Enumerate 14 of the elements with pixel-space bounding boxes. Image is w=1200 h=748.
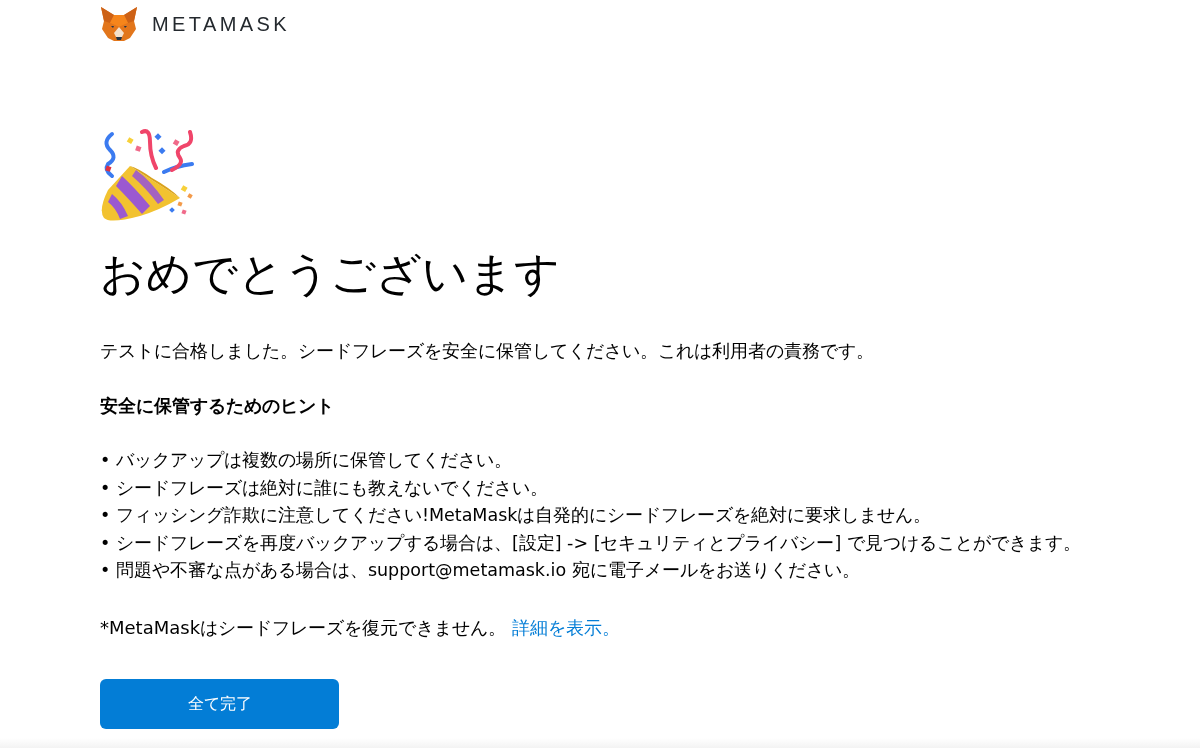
tip-item: • 問題や不審な点がある場合は、support@metamask.io 宛に電子メールをお送りください。 (100, 559, 860, 582)
tip-item: • フィッシング詐欺に注意してください!MetaMaskは自発的にシードフレーズを絶対に要求しません。 (100, 504, 932, 527)
tips-heading: 安全に保管するためのヒント (100, 394, 334, 418)
intro-text: テストに合格しました。シードフレーズを安全に保管してください。これは利用者の責務です。 (100, 339, 874, 363)
learn-more-link[interactable]: 詳細を表示。 (511, 616, 620, 638)
recovery-note: *MetaMaskはシードフレーズを復元できません。 詳細を表示。 (100, 615, 620, 640)
fox-logo-icon (100, 7, 138, 41)
tip-item: • シードフレーズを再度バックアップする場合は、[設定] -> [セキュリティとプライバシー] で見つけることができます。 (100, 531, 1081, 555)
tip-item: • シードフレーズは絶対に誰にも教えないでください。 (100, 476, 548, 500)
finish-button[interactable]: 全て完了 (100, 678, 339, 729)
logo-wordmark: METAMASK (152, 14, 290, 34)
tip-item: • バックアップは複数の場所に保管してください。 (100, 449, 512, 472)
congratulations-heading: おめでとうございます (100, 247, 560, 301)
party-popper-icon (100, 128, 194, 222)
